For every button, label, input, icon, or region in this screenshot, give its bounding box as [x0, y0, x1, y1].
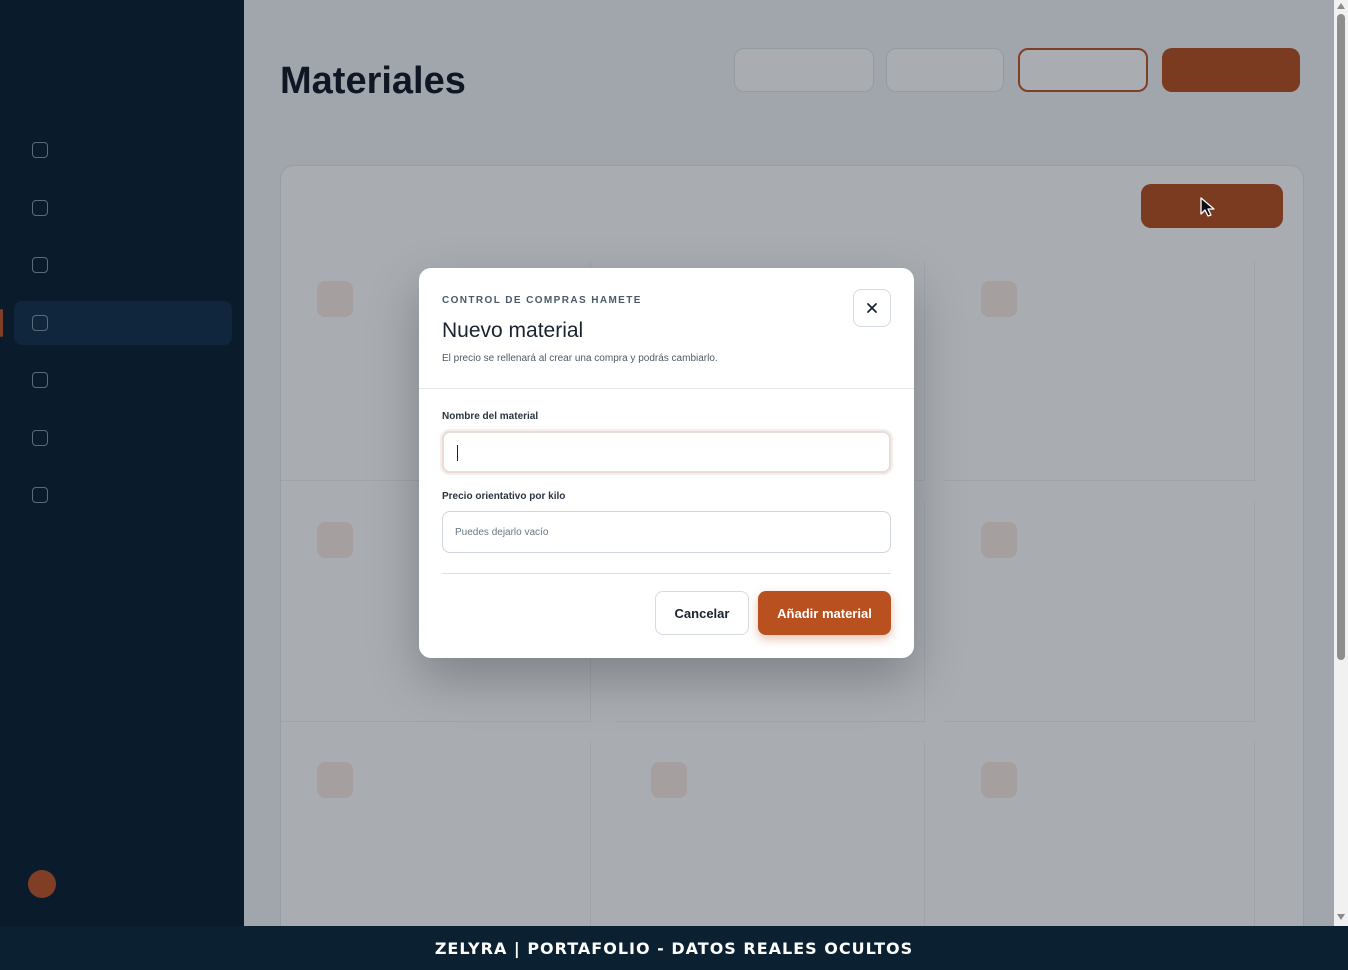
price-placeholder: Puedes dejarlo vacío: [455, 526, 549, 538]
price-label: Precio orientativo por kilo: [442, 491, 566, 502]
add-material-button[interactable]: Añadir material: [758, 591, 891, 635]
form-divider: [442, 573, 891, 574]
dialog-title: Nuevo material: [442, 319, 584, 342]
scroll-up-arrow-icon[interactable]: [1337, 3, 1345, 9]
dialog-description: El precio se rellenará al crear una comp…: [442, 353, 718, 364]
footer-banner: ZELYRA | PORTAFOLIO - DATOS REALES OCULT…: [0, 926, 1348, 970]
material-name-input[interactable]: [442, 431, 891, 473]
scrollbar[interactable]: [1334, 0, 1348, 926]
scroll-thumb[interactable]: [1337, 14, 1345, 660]
cursor-arrow-icon: [1200, 197, 1215, 217]
material-name-label: Nombre del material: [442, 411, 539, 422]
dialog-divider: [419, 388, 914, 389]
price-input[interactable]: Puedes dejarlo vacío: [442, 511, 891, 553]
cancel-button[interactable]: Cancelar: [655, 591, 749, 635]
dialog-eyebrow: CONTROL DE COMPRAS HAMETE: [442, 295, 642, 306]
scroll-down-arrow-icon[interactable]: [1337, 914, 1345, 920]
close-icon: [867, 303, 877, 313]
new-material-dialog: CONTROL DE COMPRAS HAMETE Nuevo material…: [419, 268, 914, 658]
close-button[interactable]: [853, 289, 891, 327]
text-caret: [457, 445, 458, 461]
